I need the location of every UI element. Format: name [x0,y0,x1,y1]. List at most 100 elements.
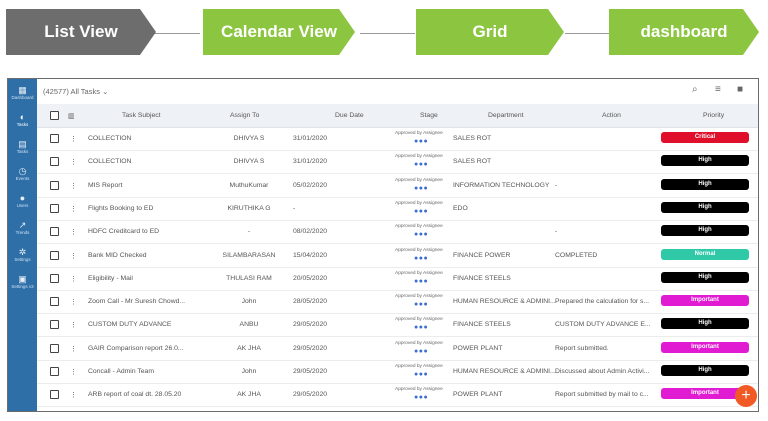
due-date: 29/05/2020 [293,321,328,329]
filter-icon[interactable]: ≡ [715,84,721,95]
row-menu-icon[interactable]: ⋮ [70,368,77,376]
step-dashboard[interactable]: dashboard [609,9,759,55]
search-icon[interactable]: ⌕ [692,84,698,95]
col-assign-to[interactable]: Assign To [230,112,259,119]
table-row[interactable]: ⋮ Zoom Call - Mr Suresh Chowd... John 28/05… [37,290,758,315]
department: HUMAN RESOURCE & ADMINI... [453,368,556,375]
assign-to: John [241,298,257,306]
row-checkbox[interactable] [50,180,59,190]
row-menu-icon[interactable]: ⋮ [70,275,77,283]
columns-icon[interactable]: ▥ [68,112,74,120]
task-subject[interactable]: HDFC Creditcard to ED [88,228,198,235]
sidebar-item-dashboard[interactable]: ▦ Dashboard [8,85,37,101]
table-row[interactable]: ⋮ Eligibility - Mail THULASI RAM 20/05/2020… [37,267,758,291]
task-subject[interactable]: COLLECTION [88,158,198,165]
col-stage[interactable]: Stage [420,112,438,119]
row-menu-icon[interactable]: ⋮ [70,228,77,236]
step-calendar-view[interactable]: Calendar View [203,9,355,55]
task-subject[interactable]: Concall - Admin Team [88,368,198,375]
task-subject[interactable]: MIS Report [88,182,198,189]
row-checkbox[interactable] [50,297,59,307]
step-label: List View [44,22,118,41]
assign-to: SILAMBARASAN [222,251,276,259]
table-row[interactable]: ⋮ Flights Booking to ED KIRUTHIKA G - Approv… [37,197,758,221]
sidebar-item-tasks-list[interactable]: ▤ Tasks [8,139,37,155]
tasks-filter-dropdown[interactable]: (42577) All Tasks ⌄ [43,87,108,96]
col-task-subject[interactable]: Task Subject [122,112,161,119]
task-subject[interactable]: GAIR Comparison report 26.0... [88,345,198,352]
select-all-checkbox[interactable] [50,111,59,120]
col-due-date[interactable]: Due Date [335,112,364,119]
row-menu-icon[interactable]: ⋮ [70,391,77,399]
row-menu-icon[interactable]: ⋮ [70,321,77,329]
stage-text: Approved by Assignee [395,387,443,393]
stage-progress-dots: ●●● [414,301,429,309]
task-subject[interactable]: Zoom Call - Mr Suresh Chowd... [88,298,198,305]
priority-badge: Critical [661,132,749,143]
tasks-list-icon: ▤ [18,139,27,149]
row-menu-icon[interactable]: ⋮ [70,252,77,260]
row-menu-icon[interactable]: ⋮ [70,135,77,143]
settings-v3-icon: ▣ [18,274,27,284]
row-checkbox[interactable] [50,273,59,283]
row-checkbox[interactable] [50,367,59,376]
table-row[interactable]: ⋮ GAIR Comparison report 26.0... AK JHA 29/… [37,337,758,361]
row-checkbox[interactable] [50,343,59,353]
table-row[interactable]: ⋮ COLLECTION DHIVYA S 31/01/2020 Approved by… [37,150,758,175]
settings-icon: ✲ [18,247,27,257]
row-menu-icon[interactable]: ⋮ [70,205,77,213]
action-note: - [555,228,558,236]
add-task-button[interactable]: + [735,385,757,407]
step-connector [565,33,610,34]
assign-to: KIRUTHIKA G [227,204,271,212]
step-connector [360,33,415,34]
assign-to: MuthuKumar [229,181,269,189]
col-action[interactable]: Action [602,112,621,119]
task-subject[interactable]: CUSTOM DUTY ADVANCE [88,321,198,328]
main-panel: (42577) All Tasks ⌄ ⌕ ≡ ■ ▥ Task Subject… [37,79,758,411]
grid-icon[interactable]: ■ [737,84,743,95]
tasks-icon: ◐ [19,112,26,122]
col-department[interactable]: Department [488,112,524,119]
row-checkbox[interactable] [50,134,59,143]
row-checkbox[interactable] [50,227,59,237]
row-checkbox[interactable] [50,203,59,213]
row-checkbox[interactable] [50,157,59,167]
sidebar-item-trends[interactable]: ↗ Trends [8,220,37,236]
table-row[interactable]: ⋮ Bank MID Checked SILAMBARASAN 15/04/2020 A… [37,244,758,268]
table-row[interactable]: ⋮ Concall - Admin Team John 29/05/2020 Appro… [37,360,758,384]
row-menu-icon[interactable]: ⋮ [70,182,77,190]
table-row[interactable]: ⋮ CUSTOM DUTY ADVANCE ANBU 29/05/2020 Approv… [37,313,758,338]
task-subject[interactable]: Eligibility - Mail [88,275,198,282]
sidebar-item-tasks[interactable]: ◐ Tasks [8,112,37,128]
sidebar-item-users[interactable]: ● Users [8,193,37,209]
row-menu-icon[interactable]: ⋮ [70,298,77,306]
sidebar-item-settings[interactable]: ✲ Settings [8,247,37,263]
col-priority[interactable]: Priority [703,112,724,119]
step-list-view[interactable]: List View [6,9,156,55]
priority-badge: High [661,318,749,330]
row-checkbox[interactable] [50,390,59,400]
step-grid[interactable]: Grid [416,9,564,55]
task-subject[interactable]: Bank MID Checked [88,252,198,259]
table-row[interactable]: ⋮ MIS Report MuthuKumar 05/02/2020 Approved … [37,174,758,198]
department: EDO [453,204,468,212]
stage-text: Approved by Assignee [395,177,443,183]
task-subject[interactable]: ARB report of coal dt. 28.05.20 [88,391,198,398]
row-checkbox[interactable] [50,320,59,330]
assign-to: DHIVYA S [233,158,265,166]
stage-progress-dots: ●●● [414,371,429,378]
row-checkbox[interactable] [50,250,59,260]
sidebar-item-events[interactable]: ◷ Events [8,166,37,182]
priority-badge: Important [661,295,749,307]
row-menu-icon[interactable]: ⋮ [70,158,77,166]
table-row[interactable]: ⋮ COLLECTION DHIVYA S 31/01/2020 Approved by… [37,127,758,151]
table-row[interactable]: ⋮ ARB report of coal dt. 28.05.20 AK JHA 29… [37,383,758,408]
table-row[interactable]: ⋮ HDFC Creditcard to ED - 08/02/2020 Approve… [37,220,758,245]
task-subject[interactable]: COLLECTION [88,135,198,142]
department: INFORMATION TECHNOLOGY [453,181,550,189]
row-menu-icon[interactable]: ⋮ [70,345,77,353]
assign-to: John [241,368,257,375]
task-subject[interactable]: Flights Booking to ED [88,205,198,212]
sidebar-item-settings-v3[interactable]: ▣ Settings v3 [8,274,37,290]
